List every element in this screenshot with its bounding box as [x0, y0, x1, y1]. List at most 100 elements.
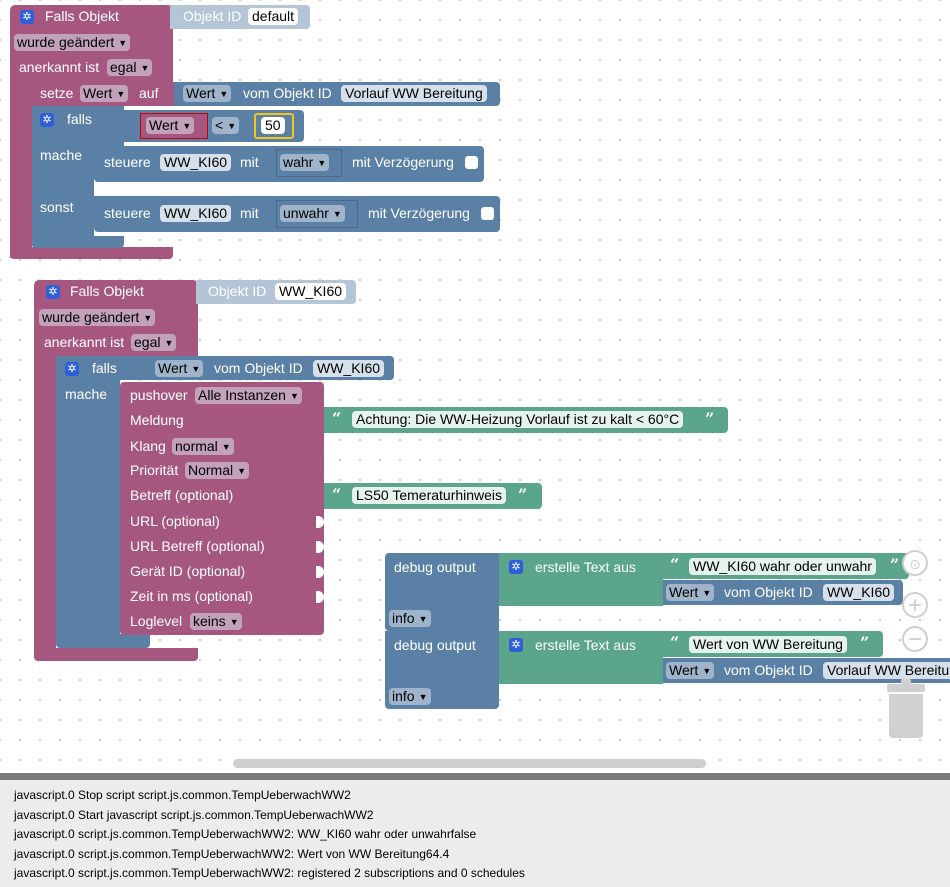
prio-label: Priorität: [130, 462, 179, 478]
get-value-objid-1[interactable]: Vorlauf WW Bereitung: [341, 85, 487, 102]
get-value-dropdown-4[interactable]: Wert ▼: [666, 662, 715, 679]
trigger-block-2-spine: [34, 356, 56, 651]
meldung-text-field[interactable]: Achtung: Die WW-Heizung Vorlauf ist zu k…: [352, 411, 684, 428]
control-with-2: mit: [240, 205, 259, 221]
url-label: URL (optional): [130, 513, 220, 529]
get-value-from-label-2: vom Objekt ID: [214, 360, 303, 376]
settings-gear-icon-2[interactable]: ✲: [46, 285, 60, 299]
open-quote-icon-4: “: [670, 633, 680, 652]
control-obj-2[interactable]: WW_KI60: [160, 205, 232, 222]
pushover-instance-dropdown[interactable]: Alle Instanzen ▼: [195, 387, 302, 404]
compare-right-value[interactable]: 50: [261, 117, 285, 134]
delay-label-1: mit Verzögerung: [352, 154, 454, 170]
close-quote-icon-3: ”: [890, 555, 900, 574]
ack-dropdown[interactable]: egal ▼: [107, 59, 153, 76]
betreff-label: Betreff (optional): [130, 487, 234, 503]
changed-dropdown[interactable]: wurde geändert ▼: [14, 34, 131, 51]
delay-checkbox-1[interactable]: [465, 156, 478, 169]
loglevel-dropdown[interactable]: keins ▼: [190, 613, 242, 630]
trigger-header: Falls Objekt: [45, 8, 119, 24]
recenter-icon[interactable]: ⊙: [902, 550, 928, 576]
if-settings-gear-icon-2[interactable]: ✲: [65, 362, 79, 376]
control-label-1: steuere: [104, 154, 151, 170]
get-value-dropdown-2[interactable]: Wert ▼: [155, 360, 204, 377]
url-betreff-label: URL Betreff (optional): [130, 538, 265, 554]
objid-field[interactable]: default: [248, 8, 299, 25]
prio-dropdown[interactable]: Normal ▼: [185, 462, 250, 479]
create-text-gear-icon-1[interactable]: ✲: [509, 560, 523, 574]
time-label: Zeit in ms (optional): [130, 588, 253, 604]
delay-checkbox-2[interactable]: [481, 207, 494, 220]
pushover-label: pushover: [130, 387, 188, 403]
debug-text-field-2[interactable]: Wert von WW Bereitung: [689, 636, 847, 653]
get-value-objid-3[interactable]: WW_KI60: [823, 584, 895, 601]
trash-icon[interactable]: [887, 679, 925, 738]
ack-dropdown-2[interactable]: egal ▼: [131, 334, 177, 351]
klang-dropdown[interactable]: normal ▼: [172, 438, 234, 455]
betreff-text-field[interactable]: LS50 Temeraturhinweis: [352, 487, 507, 504]
close-quote-icon-2: ”: [518, 485, 528, 504]
console-line: javascript.0 script.js.common.TempUeberw…: [14, 846, 450, 861]
get-value-from-label-4: vom Objekt ID: [724, 662, 813, 678]
close-quote-icon-4: ”: [860, 633, 870, 652]
meldung-label: Meldung: [130, 412, 184, 428]
ack-label-2: anerkannt ist: [44, 334, 125, 350]
debug-text-field-1[interactable]: WW_KI60 wahr oder unwahr: [689, 558, 876, 575]
trigger-block-2-footer: [34, 648, 198, 661]
control-label-2: steuere: [104, 205, 151, 221]
debug-level-dropdown-2[interactable]: info ▼: [389, 688, 431, 705]
objid-label-2: Objekt ID: [208, 283, 267, 299]
compare-op-dropdown[interactable]: < ▼: [212, 117, 240, 134]
delay-label-2: mit Verzögerung: [368, 205, 470, 221]
console-log-panel: javascript.0 Stop script script.js.commo…: [0, 773, 950, 887]
get-value-from-label-3: vom Objekt ID: [724, 584, 813, 600]
get-value-from-label: vom Objekt ID: [243, 85, 332, 101]
klang-label: Klang: [130, 438, 166, 454]
close-quote-icon: ”: [705, 409, 715, 428]
create-text-label-2: erstelle Text aus: [535, 637, 636, 653]
if-block-2-foot: [56, 634, 150, 648]
compare-left-dropdown[interactable]: Wert ▼: [146, 117, 195, 134]
else-label-1: sonst: [40, 199, 74, 215]
console-line: javascript.0 script.js.common.TempUeberw…: [14, 827, 477, 841]
trigger-header-2: Falls Objekt: [70, 283, 144, 299]
device-label: Gerät ID (optional): [130, 563, 246, 579]
debug-label-1: debug output: [394, 559, 476, 575]
zoom-out-icon[interactable]: −: [902, 626, 928, 652]
zoom-in-icon[interactable]: +: [902, 592, 928, 618]
trigger-block-1-footer: [10, 247, 173, 259]
get-value-objid-2[interactable]: WW_KI60: [313, 360, 385, 377]
console-line: javascript.0 Start javascript script.js.…: [14, 807, 374, 822]
ack-label: anerkannt ist: [19, 59, 100, 75]
loglevel-label: Loglevel: [130, 613, 183, 629]
if-label-2: falls: [92, 360, 117, 376]
do-label-2: mache: [65, 386, 108, 402]
bool-dropdown-2[interactable]: unwahr ▼: [280, 205, 345, 222]
control-obj-1[interactable]: WW_KI60: [160, 154, 232, 171]
open-quote-icon-2: “: [332, 485, 342, 504]
create-text-label-1: erstelle Text aus: [535, 559, 636, 575]
open-quote-icon: “: [332, 409, 342, 428]
get-value-dropdown-3[interactable]: Wert ▼: [666, 584, 715, 601]
set-label: setze: [40, 85, 74, 101]
blockly-workspace[interactable]: ✲ Falls Objekt Objekt ID default wurde g…: [0, 0, 950, 773]
settings-gear-icon[interactable]: ✲: [20, 10, 34, 24]
get-value-objid-4[interactable]: Vorlauf WW Bereitung: [823, 662, 950, 679]
do-label-1: mache: [40, 147, 83, 163]
trigger-block-1-spine: [10, 83, 32, 258]
horizontal-scrollbar[interactable]: [233, 759, 706, 768]
if-settings-gear-icon[interactable]: ✲: [40, 113, 54, 127]
objid-field-2[interactable]: WW_KI60: [275, 283, 347, 300]
debug-level-dropdown-1[interactable]: info ▼: [389, 610, 431, 627]
if-block-1-foot: [32, 236, 124, 248]
set-var-dropdown[interactable]: Wert ▼: [80, 85, 129, 102]
open-quote-icon-3: “: [670, 555, 680, 574]
debug-label-2: debug output: [394, 637, 476, 653]
bool-dropdown-1[interactable]: wahr ▼: [280, 154, 330, 171]
if-block-2-spine: [56, 380, 120, 642]
control-with-1: mit: [240, 154, 259, 170]
objid-label: Objekt ID: [183, 8, 242, 24]
create-text-gear-icon-2[interactable]: ✲: [509, 638, 523, 652]
changed-dropdown-2[interactable]: wurde geändert ▼: [39, 309, 156, 326]
get-value-dropdown-1[interactable]: Wert ▼: [183, 85, 232, 102]
